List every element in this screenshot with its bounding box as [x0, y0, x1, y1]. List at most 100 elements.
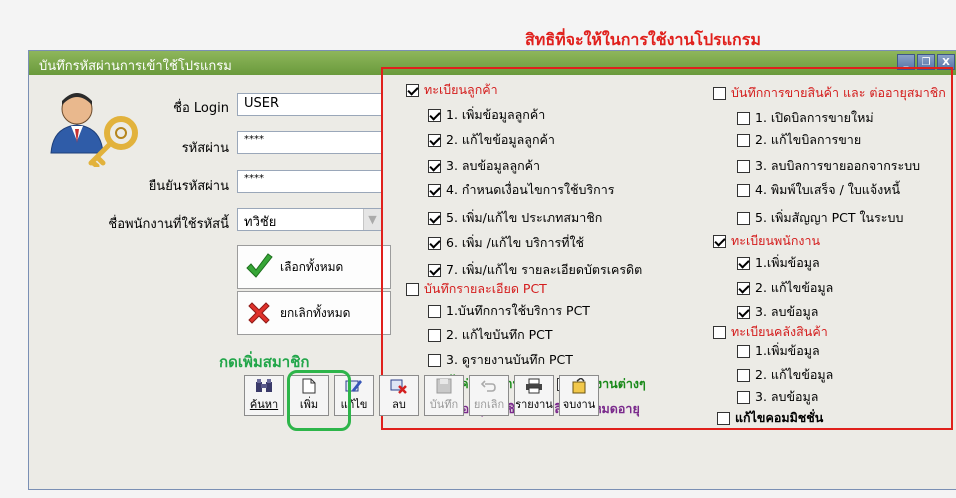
- checkbox[interactable]: [737, 133, 750, 147]
- report-label: รายงาน: [515, 398, 553, 411]
- checkbox[interactable]: [428, 328, 441, 342]
- checkbox[interactable]: [737, 211, 750, 225]
- employee-label: ชื่อพนักงานที่ใช้รหัสนี้: [108, 217, 229, 232]
- confirm-password-label: ยืนยันรหัสผ่าน: [148, 179, 229, 194]
- employee-registry-group[interactable]: ทะเบียนพนักงาน: [713, 231, 820, 251]
- perm-add-pct-contract[interactable]: 5. เพิ่มสัญญา PCT ในระบบ: [737, 208, 903, 228]
- checkbox[interactable]: [737, 305, 750, 319]
- user-key-icon: [50, 93, 138, 167]
- window-title: บันทึกรหัสผ่านการเข้าใช้โปรแกรม: [39, 59, 232, 74]
- perm-label: 3. ลบข้อมูล: [755, 304, 819, 319]
- sales-group[interactable]: บันทึกการขายสินค้า และ ต่ออายุสมาชิก: [713, 83, 946, 103]
- perm-employee-edit[interactable]: 2. แก้ไขข้อมูล: [737, 278, 833, 298]
- checkbox[interactable]: [428, 263, 441, 277]
- checkbox[interactable]: [737, 390, 750, 404]
- delete-icon: [390, 379, 407, 394]
- perm-credit-card[interactable]: 7. เพิ่ม/แก้ไข รายละเอียดบัตรเครดิต: [428, 260, 642, 280]
- perm-pct-edit[interactable]: 2. แก้ไขบันทึก PCT: [428, 325, 553, 345]
- perm-delete-bill[interactable]: 3. ลบบิลการขายออกจากระบบ: [737, 156, 920, 176]
- inventory-registry-group[interactable]: ทะเบียนคลังสินค้า: [713, 322, 828, 342]
- checkbox[interactable]: [428, 353, 441, 367]
- perm-edit-commission[interactable]: แก้ไขคอมมิชชั่น: [717, 408, 823, 428]
- perm-pct-record[interactable]: 1.บันทึกการใช้บริการ PCT: [428, 301, 590, 321]
- perm-pct-report[interactable]: 3. ดูรายงานบันทึก PCT: [428, 350, 573, 370]
- perm-label: 2. แก้ไขบันทึก PCT: [446, 327, 553, 342]
- checkbox[interactable]: [713, 325, 726, 339]
- red-x-icon: [238, 299, 280, 327]
- password-window: บันทึกรหัสผ่านการเข้าใช้โปรแกรม _ ❐ X ชื…: [28, 50, 956, 490]
- report-button[interactable]: รายงาน: [514, 375, 554, 416]
- checkbox[interactable]: [713, 86, 726, 100]
- perm-customer-add[interactable]: 1. เพิ่มข้อมูลลูกค้า: [428, 105, 545, 125]
- checkbox[interactable]: [428, 211, 441, 225]
- cancel-button[interactable]: ยกเลิก: [469, 375, 509, 416]
- perm-employee-add[interactable]: 1.เพิ่มข้อมูล: [737, 253, 820, 273]
- perm-label: 2. แก้ไขบิลการขาย: [755, 132, 862, 147]
- checkbox[interactable]: [737, 256, 750, 270]
- perm-inventory-delete[interactable]: 3. ลบข้อมูล: [737, 387, 818, 407]
- perm-label: 3. ดูรายงานบันทึก PCT: [446, 352, 573, 367]
- checkbox[interactable]: [737, 281, 750, 295]
- group-label: ทะเบียนคลังสินค้า: [731, 324, 828, 339]
- perm-label: 1.บันทึกการใช้บริการ PCT: [446, 303, 590, 318]
- exit-button[interactable]: จบงาน: [559, 375, 599, 416]
- checkbox[interactable]: [406, 282, 419, 296]
- perm-customer-terms[interactable]: 4. กำหนดเงื่อนไขการใช้บริการ: [428, 180, 615, 200]
- select-all-label: เลือกทั้งหมด: [280, 259, 344, 274]
- undo-icon: [481, 380, 496, 392]
- perm-label: แก้ไขคอมมิชชั่น: [735, 410, 824, 425]
- perm-inventory-edit[interactable]: 2. แก้ไขข้อมูล: [737, 365, 833, 385]
- perm-customer-edit[interactable]: 2. แก้ไขข้อมูลลูกค้า: [428, 130, 555, 150]
- checkbox[interactable]: [713, 234, 726, 248]
- delete-label: ลบ: [392, 398, 406, 411]
- perm-label: 5. เพิ่มสัญญา PCT ในระบบ: [755, 210, 904, 225]
- chevron-down-icon[interactable]: ▼: [363, 209, 381, 230]
- save-label: บันทึก: [429, 398, 459, 411]
- save-button[interactable]: บันทึก: [424, 375, 464, 416]
- checkmark-icon: [238, 252, 280, 282]
- confirm-password-input[interactable]: ****: [237, 170, 382, 193]
- perm-member-type[interactable]: 5. เพิ่ม/แก้ไข ประเภทสมาชิก: [428, 208, 602, 228]
- checkbox[interactable]: [428, 159, 441, 173]
- checkbox[interactable]: [428, 304, 441, 318]
- perm-inventory-add[interactable]: 1.เพิ่มข้อมูล: [737, 341, 820, 361]
- checkbox[interactable]: [737, 368, 750, 382]
- checkbox[interactable]: [428, 108, 441, 122]
- checkbox[interactable]: [737, 344, 750, 358]
- login-input[interactable]: USER: [237, 93, 382, 116]
- checkbox[interactable]: [737, 111, 750, 125]
- checkbox[interactable]: [737, 183, 750, 197]
- perm-label: 2. แก้ไขข้อมูลลูกค้า: [446, 132, 555, 147]
- perm-employee-delete[interactable]: 3. ลบข้อมูล: [737, 302, 818, 322]
- perm-customer-delete[interactable]: 3. ลบข้อมูลลูกค้า: [428, 156, 540, 176]
- checkbox[interactable]: [737, 159, 750, 173]
- perm-print-receipt[interactable]: 4. พิมพ์ใบเสร็จ / ใบแจ้งหนี้: [737, 180, 900, 200]
- employee-select-value: ทวิชัย: [244, 215, 277, 230]
- checkbox[interactable]: [428, 133, 441, 147]
- exit-label: จบงาน: [562, 398, 596, 411]
- perm-services[interactable]: 6. เพิ่ม /แก้ไข บริการที่ใช้: [428, 233, 584, 253]
- perm-label: 4. กำหนดเงื่อนไขการใช้บริการ: [446, 182, 615, 197]
- search-button[interactable]: ค้นหา: [244, 375, 284, 416]
- perm-new-bill[interactable]: 1. เปิดบิลการขายใหม่: [737, 108, 874, 128]
- pct-details-group[interactable]: บันทึกรายละเอียด PCT: [406, 279, 547, 299]
- checkbox[interactable]: [428, 183, 441, 197]
- perm-label: 1. เพิ่มข้อมูลลูกค้า: [446, 107, 546, 122]
- checkbox[interactable]: [717, 411, 730, 425]
- employee-select[interactable]: ทวิชัย ▼: [237, 208, 382, 231]
- perm-label: 1.เพิ่มข้อมูล: [755, 343, 820, 358]
- perm-label: 2. แก้ไขข้อมูล: [755, 367, 834, 382]
- delete-button[interactable]: ลบ: [379, 375, 419, 416]
- binoculars-icon: [256, 379, 272, 392]
- customer-registry-group[interactable]: ทะเบียนลูกค้า: [406, 80, 498, 100]
- password-input[interactable]: ****: [237, 131, 382, 154]
- checkbox[interactable]: [428, 236, 441, 250]
- login-label: ชื่อ Login: [173, 101, 229, 116]
- perm-label: 5. เพิ่ม/แก้ไข ประเภทสมาชิก: [446, 210, 603, 225]
- perm-label: 3. ลบข้อมูลลูกค้า: [446, 158, 541, 173]
- deselect-all-button[interactable]: ยกเลิกทั้งหมด: [237, 291, 391, 335]
- checkbox[interactable]: [406, 83, 419, 97]
- perm-edit-bill[interactable]: 2. แก้ไขบิลการขาย: [737, 130, 861, 150]
- select-all-button[interactable]: เลือกทั้งหมด: [237, 245, 391, 289]
- add-button-highlight: [287, 370, 351, 431]
